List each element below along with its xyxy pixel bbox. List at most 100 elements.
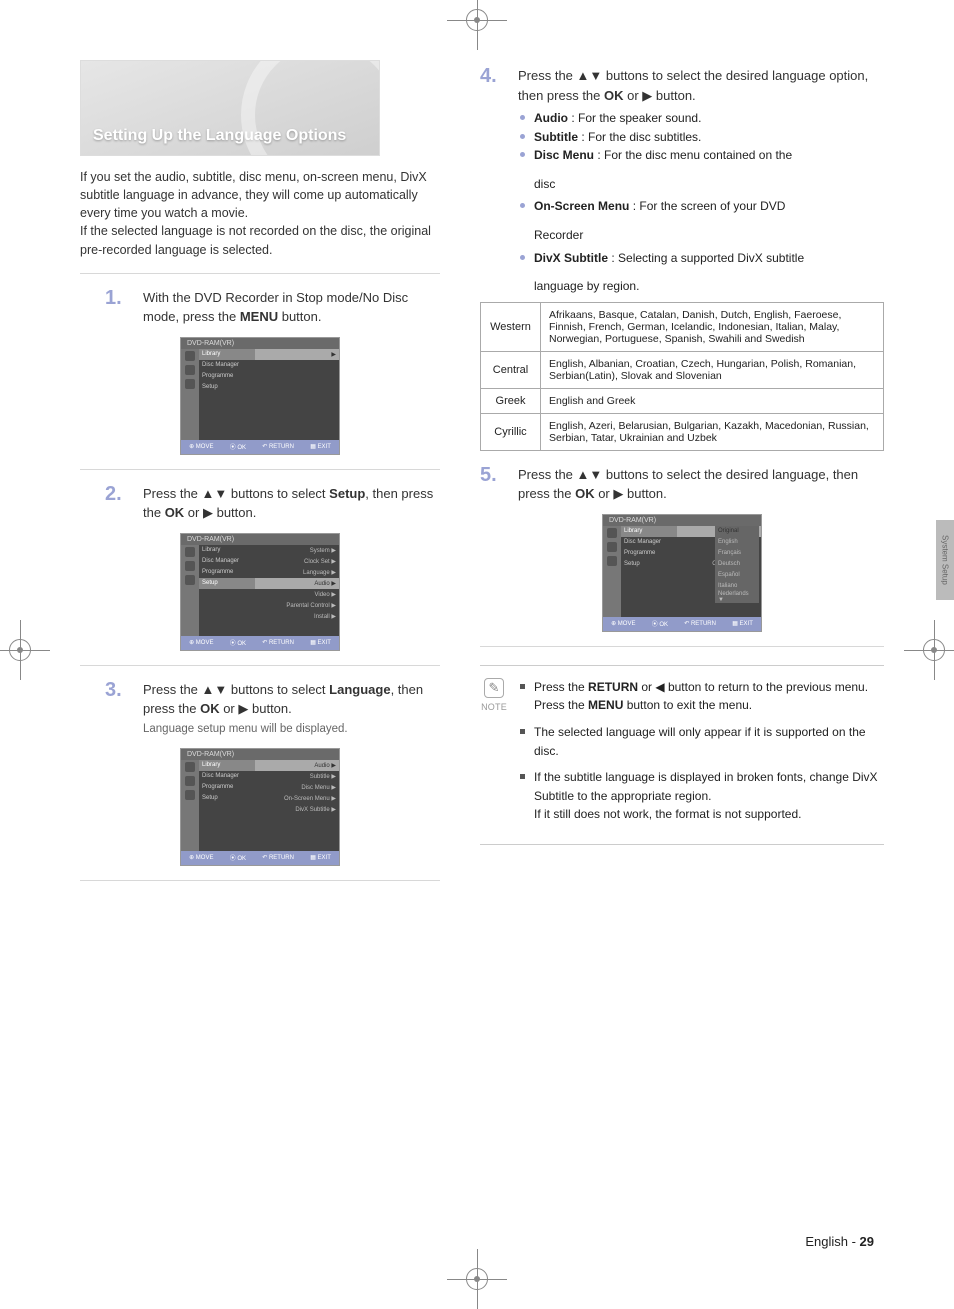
table-row: WesternAfrikaans, Basque, Catalan, Danis… [481,302,884,351]
osd-title: DVD-RAM(VR) [181,338,339,349]
osd-foot-item: ▦ EXIT [310,854,331,861]
bullet-cont: language by region. [480,277,884,296]
osd-foot-item: ⦿ OK [230,853,246,862]
osd-left-row [199,600,255,611]
osd-right-row: Language ▶ [255,567,339,578]
step-text: button. [278,309,321,324]
right-icon: ▶ [613,486,623,501]
osd-right-row [255,393,339,404]
button-label: OK [575,486,595,501]
osd-submenu-row: Italiano [715,581,759,592]
osd-title: DVD-RAM(VR) [181,749,339,760]
osd-screenshot-3: DVD-RAM(VR) LibraryDisc ManagerProgramme… [180,748,340,866]
t: : For the speaker sound. [568,111,701,125]
osd-right-row [255,371,339,382]
osd-right-row: Disc Menu ▶ [255,782,339,793]
osd-left-row [199,826,255,837]
bullet-audio: Audio : For the speaker sound. [520,109,884,128]
pencil-icon: ✎ [484,678,504,698]
osd-foot-item: ⊕ MOVE [189,443,213,450]
osd-left-row: Library [199,545,255,556]
osd-foot-item: ↶ RETURN [262,443,294,450]
osd-submenu-row: Español [715,570,759,581]
step-number: 5. [480,465,508,485]
osd-title: DVD-RAM(VR) [603,515,761,526]
osd-left-row: Disc Manager [199,360,255,371]
languages-cell: English, Azeri, Belarusian, Bulgarian, K… [541,413,884,450]
osd-left-row: Disc Manager [621,537,677,548]
t: button to exit the menu. [623,698,752,712]
page-footer: English - 29 [805,1234,874,1249]
bullet-osd-menu: On-Screen Menu : For the screen of your … [520,197,884,216]
t: : For the disc menu contained on the [594,148,792,162]
note-item: If the subtitle language is displayed in… [520,768,884,824]
osd-foot-item: ⦿ OK [230,638,246,647]
osd-foot-item: ⊕ MOVE [189,639,213,646]
footer-language: English - [805,1234,859,1249]
osd-left-row [621,570,677,581]
t: or [624,88,643,103]
t: or [638,680,655,694]
note-icon: ✎ NOTE [480,678,508,832]
languages-cell: English and Greek [541,388,884,413]
osd-left-row [199,415,255,426]
osd-title: DVD-RAM(VR) [181,534,339,545]
language-region-table: WesternAfrikaans, Basque, Catalan, Danis… [480,302,884,451]
button-label: MENU [588,698,623,712]
osd-right-row: ▶ [255,349,339,360]
osd-foot-item: ⊕ MOVE [189,854,213,861]
t: Press the [518,68,577,83]
osd-right-row: Audio ▶ [255,578,339,589]
t: buttons to select [227,682,329,697]
osd-foot-item: ↶ RETURN [262,854,294,861]
languages-cell: Afrikaans, Basque, Catalan, Danish, Dutc… [541,302,884,351]
osd-screenshot-2: DVD-RAM(VR) LibraryDisc ManagerProgramme… [180,533,340,651]
osd-foot-item: ▦ EXIT [310,443,331,450]
osd-left-row: Programme [199,782,255,793]
osd-screenshot-4: DVD-RAM(VR) LibraryDisc ManagerProgramme… [602,514,762,632]
button-label: RETURN [588,680,638,694]
osd-left-row: Setup [621,559,677,570]
t: : For the disc subtitles. [578,130,701,144]
osd-left-row: Library [199,349,255,360]
t: button. [652,88,695,103]
osd-right-row: On-Screen Menu ▶ [255,793,339,804]
t: If the subtitle language is displayed in… [534,770,878,803]
region-cell: Central [481,351,541,388]
note-label: NOTE [481,702,507,712]
osd-left-row: Setup [199,793,255,804]
osd-foot-item: ▦ EXIT [310,639,331,646]
step-4: 4. Press the ▲▼ buttons to select the de… [480,66,884,105]
step-2: 2. Press the ▲▼ buttons to select Setup,… [80,484,440,523]
up-down-icon: ▲▼ [577,467,603,482]
osd-right-row [255,415,339,426]
osd-submenu-row: Français [715,548,759,559]
table-row: CentralEnglish, Albanian, Croatian, Czec… [481,351,884,388]
step-number: 3. [105,680,133,700]
option-bullet-list-2: On-Screen Menu : For the screen of your … [480,197,884,216]
t: or [595,486,614,501]
osd-right-row: Subtitle ▶ [255,771,339,782]
keyword: Setup [329,486,365,501]
osd-right-row: Clock Set ▶ [255,556,339,567]
step-5: 5. Press the ▲▼ buttons to select the de… [480,465,884,504]
osd-foot-item: ↶ RETURN [684,620,716,627]
bullet-divx: DivX Subtitle : Selecting a supported Di… [520,249,884,268]
t: The selected language will only appear i… [534,725,866,758]
osd-left-row [621,592,677,603]
osd-left-row: Programme [199,567,255,578]
t: button. [213,505,256,520]
osd-foot-item: ⊕ MOVE [611,620,635,627]
osd-left-row [199,611,255,622]
osd-right-row [255,360,339,371]
osd-submenu-row: Original [715,526,759,537]
osd-left-row: Setup [199,382,255,393]
bullet-subtitle: Subtitle : For the disc subtitles. [520,128,884,147]
t: button to return to the previous menu. [665,680,868,694]
osd-left-row: Programme [199,371,255,382]
intro-paragraph-2: If the selected language is not recorded… [80,222,440,258]
t: or [220,701,239,716]
osd-left-row: Setup [199,578,255,589]
option-bullet-list: Audio : For the speaker sound. Subtitle … [480,109,884,165]
osd-left-row [199,804,255,815]
